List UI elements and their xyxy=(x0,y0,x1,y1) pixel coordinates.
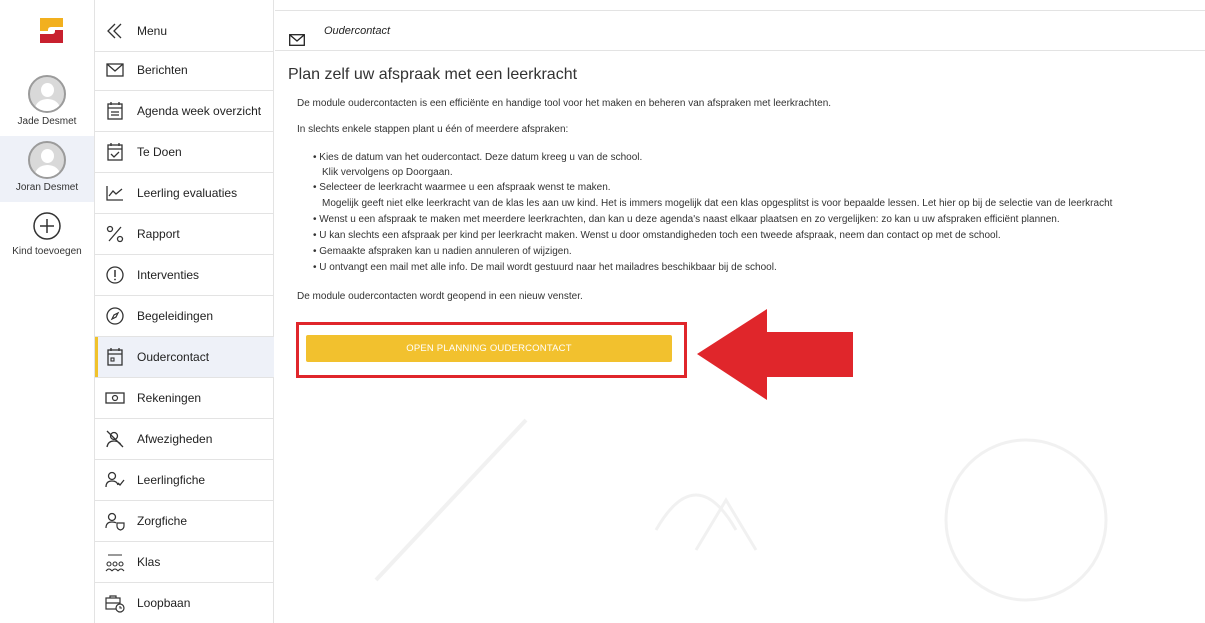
menu-item-interventies[interactable]: Interventies xyxy=(95,255,274,296)
compass-icon xyxy=(105,306,125,326)
list-item: • U kan slechts een afspraak per kind pe… xyxy=(313,230,1001,241)
menu-item-label: Te Doen xyxy=(137,145,182,159)
list-item: • U ontvangt een mail met alle info. De … xyxy=(313,262,777,273)
user-shield-icon xyxy=(105,511,125,531)
menu-item-berichten[interactable]: Berichten xyxy=(95,50,274,91)
menu-item-label: Menu xyxy=(137,24,168,38)
banknote-icon xyxy=(105,388,125,408)
kid-name: Kind toevoegen xyxy=(12,246,82,257)
avatar xyxy=(28,141,66,179)
kid-joran[interactable]: Joran Desmet xyxy=(0,136,94,202)
menu-item-label: Klas xyxy=(137,555,161,569)
chart-line-icon xyxy=(105,183,125,203)
menu-item-label: Rekeningen xyxy=(137,391,202,405)
intro-text: De module oudercontacten is een efficiën… xyxy=(297,98,832,109)
menu-item-loopbaan[interactable]: Loopbaan xyxy=(95,583,274,623)
calendar-list-icon xyxy=(105,101,125,121)
calendar-day-icon xyxy=(105,347,125,367)
menu-toggle[interactable]: Menu xyxy=(95,11,274,52)
menu-item-label: Leerlingfiche xyxy=(137,473,206,487)
menu-item-label: Berichten xyxy=(137,63,188,77)
menu-item-label: Oudercontact xyxy=(137,350,210,364)
double-chevron-left-icon xyxy=(105,21,125,41)
menu-item-leerlingfiche[interactable]: Leerlingfiche xyxy=(95,460,274,501)
user-slash-icon xyxy=(105,429,125,449)
user-check-icon xyxy=(105,470,125,490)
menu-item-afwezigheden[interactable]: Afwezigheden xyxy=(95,419,274,460)
menu-item-zorgfiche[interactable]: Zorgfiche xyxy=(95,501,274,542)
plus-circle-icon xyxy=(33,212,61,240)
kid-name: Joran Desmet xyxy=(15,182,79,193)
briefcase-clock-icon xyxy=(105,593,125,613)
menu-item-leerling-evaluaties[interactable]: Leerling evaluaties xyxy=(95,173,274,214)
kid-name: Jade Desmet xyxy=(17,116,77,127)
menu-item-label: Interventies xyxy=(137,268,200,282)
group-icon xyxy=(105,552,125,572)
calendar-check-icon xyxy=(105,142,125,162)
menu-item-label: Loopbaan xyxy=(137,596,191,610)
red-arrow-annotation xyxy=(697,309,853,400)
add-kid-button[interactable]: Kind toevoegen xyxy=(0,211,94,266)
list-item: • Selecteer de leerkracht waarmee u een … xyxy=(313,182,611,193)
menu-item-label: Zorgfiche xyxy=(137,514,188,528)
menu-item-te-doen[interactable]: Te Doen xyxy=(95,132,274,173)
kid-jade[interactable]: Jade Desmet xyxy=(0,75,94,130)
exclamation-circle-icon xyxy=(105,265,125,285)
menu-item-label: Rapport xyxy=(137,227,180,241)
menu-item-klas[interactable]: Klas xyxy=(95,542,274,583)
menu-item-rekeningen[interactable]: Rekeningen xyxy=(95,378,274,419)
new-window-note: De module oudercontacten wordt geopend i… xyxy=(297,291,583,302)
list-item-sub: Mogelijk geeft niet elke leerkracht van … xyxy=(322,198,1113,209)
side-menu: Menu Berichten Agenda week overzicht Te … xyxy=(94,0,274,623)
list-item: • Gemaakte afspraken kan u nadien annule… xyxy=(313,246,572,257)
menu-item-label: Begeleidingen xyxy=(137,309,214,323)
kid-rail: Jade Desmet Joran Desmet Kind toevoegen xyxy=(0,0,94,623)
percent-icon xyxy=(105,224,125,244)
menu-item-oudercontact[interactable]: Oudercontact xyxy=(95,337,274,378)
menu-item-rapport[interactable]: Rapport xyxy=(95,214,274,255)
list-item: • Kies de datum van het oudercontact. De… xyxy=(313,152,643,163)
list-item: • Wenst u een afspraak te maken met meer… xyxy=(313,214,1060,225)
menu-item-label: Agenda week overzicht xyxy=(137,104,262,118)
open-planning-button[interactable]: OPEN PLANNING OUDERCONTACT xyxy=(306,335,672,362)
menu-item-begeleidingen[interactable]: Begeleidingen xyxy=(95,296,274,337)
menu-item-label: Afwezigheden xyxy=(137,432,213,446)
avatar xyxy=(28,75,66,113)
list-item-sub: Klik vervolgens op Doorgaan. xyxy=(322,167,453,178)
menu-item-label: Leerling evaluaties xyxy=(137,186,238,200)
menu-item-agenda[interactable]: Agenda week overzicht xyxy=(95,91,274,132)
steps-intro: In slechts enkele stappen plant u één of… xyxy=(297,124,569,135)
app-logo xyxy=(40,18,63,43)
envelope-icon xyxy=(105,60,125,80)
